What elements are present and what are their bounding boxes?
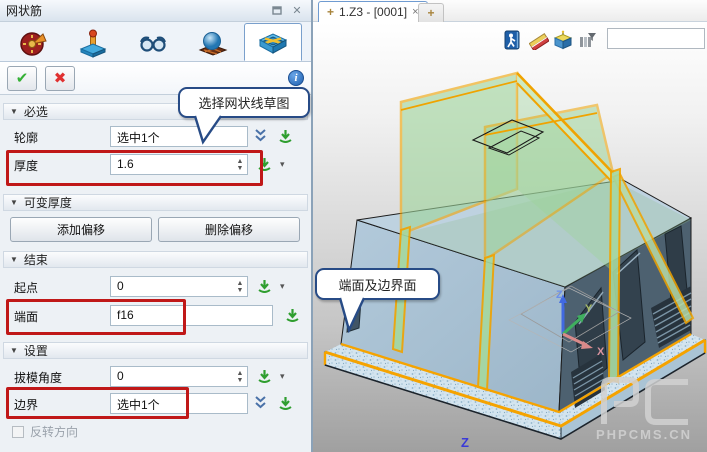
restore-icon[interactable]	[269, 4, 285, 18]
tab-stamp[interactable]	[64, 25, 122, 61]
tab-mesh-rib[interactable]	[244, 23, 302, 61]
callout-end-face: 端面及边界面	[315, 268, 440, 300]
reverse-direction-label: 反转方向	[30, 423, 78, 440]
dropdown-caret-icon[interactable]: ▾	[280, 159, 285, 170]
collapse-triangle-icon: ▼	[10, 107, 18, 116]
pick-from-list-icon[interactable]	[256, 278, 273, 300]
contour-input[interactable]: 选中1个	[110, 126, 248, 147]
end-face-label: 端面	[14, 308, 38, 325]
feature-panel: 网状筋 ✕	[0, 0, 313, 452]
end-face-input[interactable]: f16	[110, 305, 273, 326]
axis-y-label: Y	[585, 303, 593, 315]
row-start: 起点 0 ▲▼ ▾	[0, 276, 311, 298]
callout-end-face-tail	[337, 297, 367, 333]
close-icon[interactable]: ✕	[289, 4, 305, 18]
spinner-stepper[interactable]: ▲▼	[234, 156, 246, 173]
tab-gauge[interactable]	[4, 25, 62, 61]
spinner-stepper[interactable]: ▲▼	[234, 368, 246, 385]
new-tab-button[interactable]: +	[418, 3, 444, 22]
thickness-label: 厚度	[14, 157, 38, 174]
rib-box-icon	[257, 26, 289, 58]
axis-x-label: X	[597, 346, 605, 358]
section-variable-thickness[interactable]: ▼ 可变厚度	[3, 194, 308, 211]
draft-angle-label: 拔模角度	[14, 369, 62, 386]
dropdown-caret-icon[interactable]: ▾	[280, 281, 285, 292]
collapse-triangle-icon: ▼	[10, 198, 18, 207]
graphics-canvas[interactable]: Z Y X 端面及边界面 Z PHPCMS.CN	[313, 22, 707, 452]
tab-glasses[interactable]	[124, 25, 182, 61]
pick-from-list-icon[interactable]	[277, 128, 294, 150]
viewport: + 1.Z3 - [0001] × +	[313, 0, 707, 452]
thickness-input[interactable]: 1.6	[110, 154, 248, 175]
glasses-icon	[136, 27, 170, 59]
collapse-triangle-icon: ▼	[10, 346, 18, 355]
view-triad-z-label: Z	[461, 435, 469, 450]
draft-angle-input[interactable]: 0	[110, 366, 248, 387]
tab-plus-icon: +	[327, 5, 334, 19]
row-contour: 轮廓 选中1个	[0, 126, 311, 148]
tab-sphere[interactable]	[184, 25, 242, 61]
watermark-logo-icon	[590, 374, 698, 426]
row-draft-angle: 拔模角度 0 ▲▼ ▾	[0, 366, 311, 388]
cancel-button[interactable]: ✖	[45, 66, 75, 91]
panel-tabstrip	[0, 22, 311, 62]
document-tab-label: 1.Z3 - [0001]	[339, 5, 407, 19]
add-offset-button[interactable]: 添加偏移	[10, 217, 152, 242]
row-end-face: 端面 f16	[0, 305, 311, 329]
stamp-icon	[77, 27, 109, 59]
spinner-stepper[interactable]: ▲▼	[234, 278, 246, 295]
axis-z-label: Z	[556, 289, 563, 301]
pick-from-list-icon[interactable]	[284, 307, 301, 329]
panel-title: 网状筋	[6, 2, 265, 19]
start-input[interactable]: 0	[110, 276, 248, 297]
collapse-triangle-icon: ▼	[10, 255, 18, 264]
watermark: PHPCMS.CN	[585, 374, 703, 442]
section-settings[interactable]: ▼ 设置	[3, 342, 308, 359]
document-tab[interactable]: + 1.Z3 - [0001] ×	[318, 1, 428, 22]
panel-body: ▼ 必选 轮廓 选中1个 厚度 1.6 ▲▼ ▾	[0, 95, 311, 451]
delete-offset-button[interactable]: 删除偏移	[158, 217, 300, 242]
ok-button[interactable]: ✔	[7, 66, 37, 91]
info-icon[interactable]: i	[288, 70, 304, 86]
document-tabbar: + 1.Z3 - [0001] × +	[313, 0, 707, 22]
callout-sketch-tail	[192, 115, 224, 145]
boundary-label: 边界	[14, 396, 38, 413]
app-window: 网状筋 ✕	[0, 0, 707, 452]
watermark-text: PHPCMS.CN	[585, 427, 703, 442]
double-chevron-down-icon[interactable]	[253, 395, 268, 416]
dropdown-caret-icon[interactable]: ▾	[280, 371, 285, 382]
pick-from-list-icon[interactable]	[256, 156, 273, 178]
row-thickness: 厚度 1.6 ▲▼ ▾	[0, 154, 311, 176]
reverse-direction-checkbox[interactable]	[12, 426, 24, 438]
pick-from-list-icon[interactable]	[277, 395, 294, 417]
contour-label: 轮廓	[14, 129, 38, 146]
callout-sketch: 选择网状线草图	[178, 87, 310, 118]
row-boundary: 边界 选中1个	[0, 393, 311, 415]
row-offset-buttons: 添加偏移 删除偏移	[0, 217, 311, 242]
start-label: 起点	[14, 279, 38, 296]
boundary-input[interactable]: 选中1个	[110, 393, 248, 414]
sphere-icon	[197, 27, 229, 59]
gauge-icon	[17, 27, 49, 59]
panel-titlebar: 网状筋 ✕	[0, 0, 311, 22]
double-chevron-down-icon[interactable]	[253, 128, 268, 149]
pick-from-list-icon[interactable]	[256, 368, 273, 390]
reverse-direction-option: 反转方向	[12, 423, 78, 440]
section-end[interactable]: ▼ 结束	[3, 251, 308, 268]
